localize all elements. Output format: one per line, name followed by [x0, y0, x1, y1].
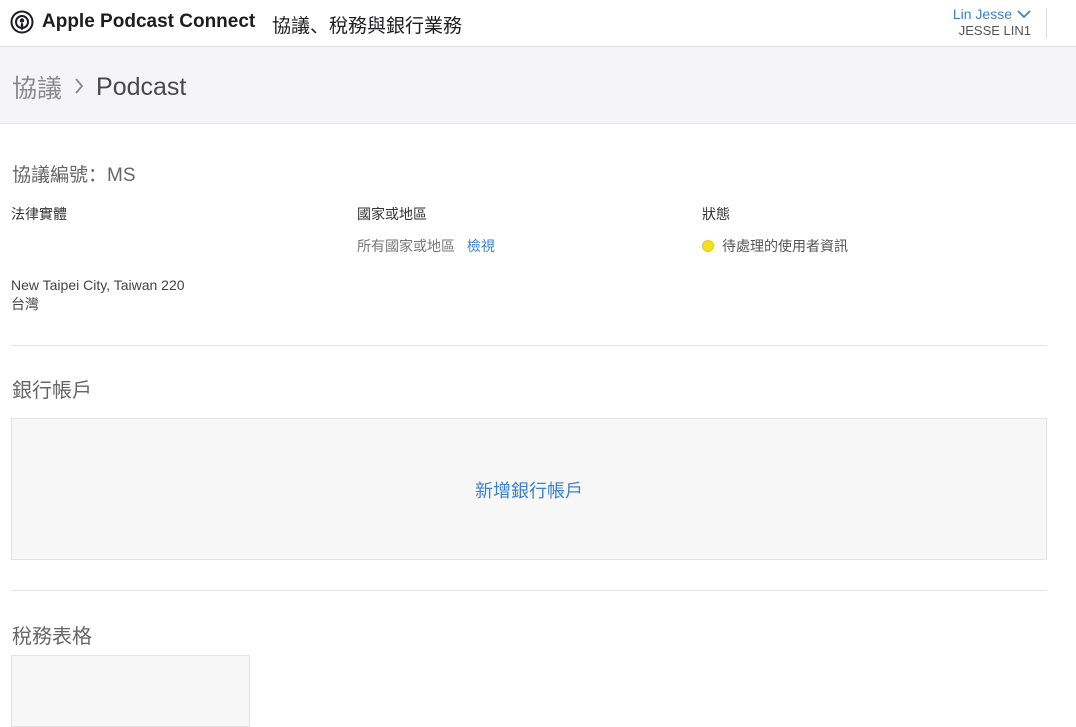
status-label: 狀態 [702, 206, 730, 222]
regions-text: 所有國家或地區 [357, 238, 455, 254]
address-country: 台灣 [11, 296, 39, 312]
user-menu-button[interactable]: Lin Jesse [953, 6, 1031, 22]
tax-form-card[interactable] [11, 655, 250, 727]
tax-forms-heading: 稅務表格 [12, 626, 92, 648]
user-menu[interactable]: Lin Jesse JESSE LIN1 [953, 6, 1031, 38]
status-text: 待處理的使用者資訊 [722, 238, 848, 254]
regions-label: 國家或地區 [357, 206, 427, 222]
chevron-down-icon [1017, 6, 1031, 22]
divider [11, 590, 1047, 591]
status-value: 待處理的使用者資訊 [702, 236, 848, 256]
address-line: New Taipei City, Taiwan 220 [11, 277, 185, 293]
view-regions-link[interactable]: 檢視 [467, 238, 495, 254]
add-bank-account-link[interactable]: 新增銀行帳戶 [12, 477, 1046, 503]
section-title: 協議、稅務與銀行業務 [272, 16, 463, 37]
bank-accounts-panel: 新增銀行帳戶 [11, 418, 1047, 560]
user-account-name: JESSE LIN1 [958, 23, 1031, 38]
page-title: Podcast [96, 72, 187, 101]
page-header: 協議 Podcast [0, 47, 1076, 124]
breadcrumb-agreements-link[interactable]: 協議 [12, 69, 62, 105]
user-name: Lin Jesse [952, 6, 1012, 22]
legal-entity-label: 法律實體 [11, 206, 67, 222]
legal-entity-address: New Taipei City, Taiwan 220 台灣 [11, 276, 185, 314]
regions-value: 所有國家或地區 檢視 [357, 236, 495, 256]
top-navigation-bar: Apple Podcast Connect 協議、稅務與銀行業務 Lin Jes… [0, 0, 1076, 47]
podcast-icon[interactable] [10, 10, 34, 34]
chevron-right-icon [74, 73, 84, 102]
breadcrumb: 協議 Podcast [12, 69, 186, 105]
divider [1046, 8, 1047, 38]
divider [11, 345, 1047, 346]
bank-accounts-heading: 銀行帳戶 [12, 380, 92, 402]
agreement-number: 協議編號：MS [12, 165, 136, 186]
status-dot-icon [702, 240, 714, 252]
app-name[interactable]: Apple Podcast Connect [42, 11, 255, 33]
